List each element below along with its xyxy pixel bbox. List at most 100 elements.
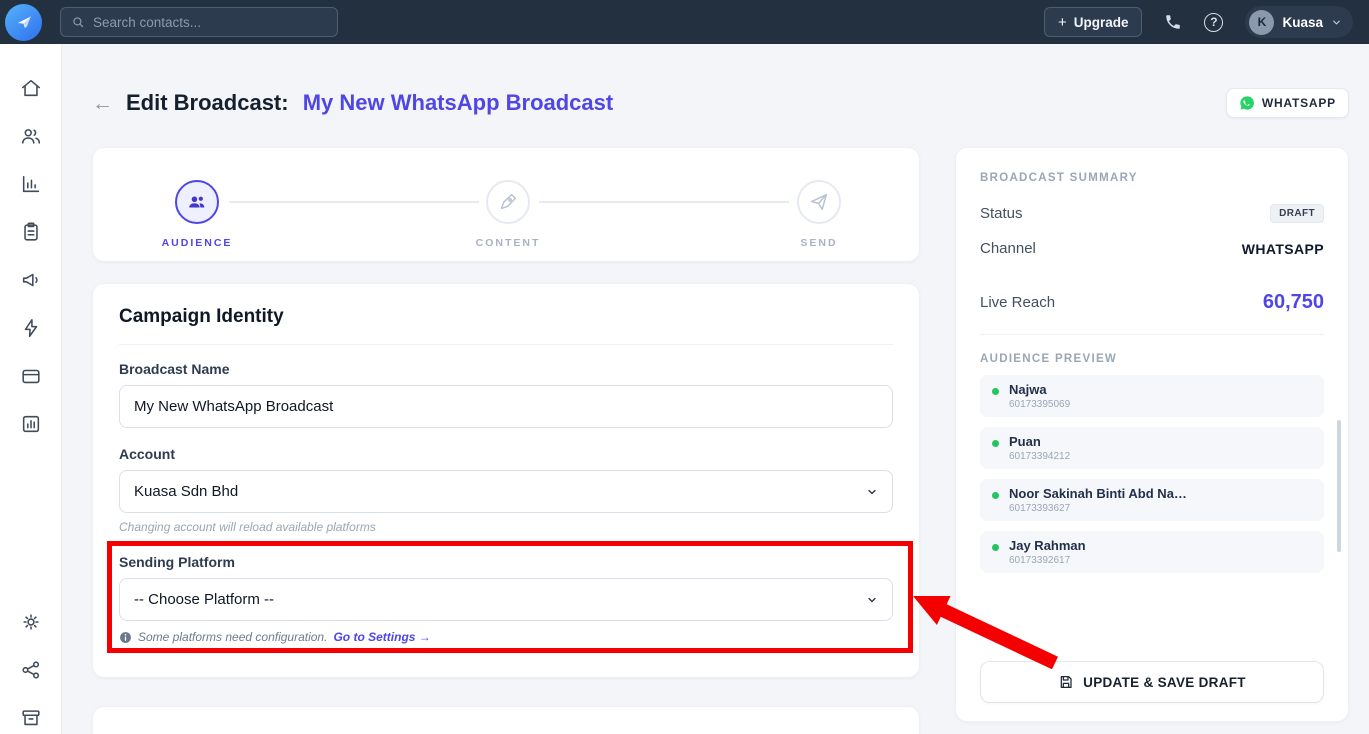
update-save-draft-button[interactable]: UPDATE & SAVE DRAFT (980, 661, 1324, 703)
sidebar-contacts-icon[interactable] (19, 124, 43, 148)
info-icon (119, 631, 132, 644)
live-reach-value: 60,750 (1263, 291, 1324, 314)
contact-phone: 60173394212 (1009, 451, 1070, 462)
summary-title: BROADCAST SUMMARY (980, 172, 1324, 184)
sidebar-home-icon[interactable] (19, 76, 43, 100)
sidebar (0, 44, 62, 734)
chevron-down-icon (866, 594, 878, 606)
live-reach-label: Live Reach (980, 294, 1055, 311)
channel-pill-label: WHATSAPP (1262, 96, 1336, 110)
app-logo[interactable] (5, 4, 42, 41)
contact-name: Jay Rahman (1009, 538, 1086, 553)
stepper-card: AUDIENCE CONTENT SEND (92, 147, 920, 262)
upgrade-button[interactable]: + Upgrade (1044, 7, 1143, 37)
account-hint: Changing account will reload available p… (119, 520, 893, 534)
search-icon (71, 15, 85, 29)
next-section-card (92, 706, 920, 734)
contact-name: Najwa (1009, 382, 1070, 397)
contact-meta: Noor Sakinah Binti Abd Na… 60173393627 (1009, 486, 1187, 514)
contact-meta: Najwa 60173395069 (1009, 382, 1070, 410)
whatsapp-icon (1239, 95, 1255, 111)
channel-label: Channel (980, 240, 1036, 257)
contact-name: Puan (1009, 434, 1070, 449)
content-step-circle (486, 180, 530, 224)
platform-select[interactable]: -- Choose Platform -- (119, 578, 893, 621)
main-content: ← Edit Broadcast: My New WhatsApp Broadc… (62, 44, 1369, 734)
step-label: SEND (759, 237, 879, 249)
online-status-dot (992, 388, 999, 395)
chevron-down-icon (866, 486, 878, 498)
live-reach-row: Live Reach 60,750 (980, 291, 1324, 314)
topbar: + Upgrade ? K Kuasa (0, 0, 1369, 44)
user-name: Kuasa (1282, 15, 1323, 30)
page-header: ← Edit Broadcast: My New WhatsApp Broadc… (92, 88, 1349, 118)
contact-phone: 60173392617 (1009, 555, 1086, 566)
sidebar-reports-icon[interactable] (19, 412, 43, 436)
contact-phone: 60173393627 (1009, 503, 1187, 514)
topbar-right: + Upgrade ? K Kuasa (1044, 6, 1353, 38)
status-row: Status DRAFT (980, 204, 1324, 223)
online-status-dot (992, 440, 999, 447)
chevron-down-icon (1331, 17, 1342, 28)
step-audience[interactable]: AUDIENCE (137, 180, 257, 249)
step-content[interactable]: CONTENT (448, 180, 568, 249)
page: + Upgrade ? K Kuasa (0, 0, 1369, 734)
users-icon (186, 191, 208, 213)
user-menu[interactable]: K Kuasa (1245, 6, 1353, 38)
platform-select-value: -- Choose Platform -- (134, 591, 274, 608)
campaign-title: Campaign Identity (119, 306, 893, 345)
divider (980, 334, 1324, 335)
broadcast-name-input[interactable] (119, 385, 893, 428)
online-status-dot (992, 492, 999, 499)
stepper-connector (539, 201, 789, 203)
sidebar-integrations-icon[interactable] (19, 658, 43, 682)
send-step-circle (797, 180, 841, 224)
campaign-identity-card: Campaign Identity Broadcast Name Account… (92, 283, 920, 678)
audience-contact-row[interactable]: Jay Rahman 60173392617 (980, 531, 1324, 573)
step-label: AUDIENCE (137, 237, 257, 249)
platform-label: Sending Platform (119, 554, 893, 570)
sidebar-archive-icon[interactable] (19, 706, 43, 730)
paper-plane-logo-icon (13, 11, 35, 33)
phone-icon[interactable] (1164, 13, 1182, 31)
plus-icon: + (1058, 14, 1067, 31)
save-button-label: UPDATE & SAVE DRAFT (1083, 675, 1246, 690)
status-label: Status (980, 205, 1023, 222)
go-to-settings-link[interactable]: Go to Settings → (333, 630, 430, 644)
audience-contact-row[interactable]: Puan 60173394212 (980, 427, 1324, 469)
contact-search (60, 7, 338, 37)
audience-contact-row[interactable]: Najwa 60173395069 (980, 375, 1324, 417)
upgrade-label: Upgrade (1074, 15, 1129, 30)
channel-row: Channel WHATSAPP (980, 240, 1324, 257)
save-icon (1058, 674, 1074, 690)
sidebar-orders-icon[interactable] (19, 220, 43, 244)
stepper-connector (229, 201, 479, 203)
audience-preview-title: AUDIENCE PREVIEW (980, 353, 1324, 365)
paper-plane-icon (808, 191, 830, 213)
audience-scrollbar[interactable] (1337, 420, 1341, 552)
step-send[interactable]: SEND (759, 180, 879, 249)
search-input[interactable] (93, 15, 327, 30)
contact-meta: Jay Rahman 60173392617 (1009, 538, 1086, 566)
step-label: CONTENT (448, 237, 568, 249)
back-icon[interactable]: ← (92, 93, 113, 114)
account-select-value: Kuasa Sdn Bhd (134, 483, 238, 500)
contact-meta: Puan 60173394212 (1009, 434, 1070, 462)
channel-value: WHATSAPP (1242, 241, 1324, 257)
audience-contact-row[interactable]: Noor Sakinah Binti Abd Na… 60173393627 (980, 479, 1324, 521)
sidebar-broadcast-icon[interactable] (19, 268, 43, 292)
sidebar-settings-icon[interactable] (19, 610, 43, 634)
page-title: Edit Broadcast: My New WhatsApp Broadcas… (126, 90, 613, 116)
platform-hint-row: Some platforms need configuration. Go to… (119, 630, 893, 644)
contact-phone: 60173395069 (1009, 399, 1070, 410)
contact-name: Noor Sakinah Binti Abd Na… (1009, 486, 1187, 501)
account-select[interactable]: Kuasa Sdn Bhd (119, 470, 893, 513)
sidebar-billing-icon[interactable] (19, 364, 43, 388)
sidebar-analytics-icon[interactable] (19, 172, 43, 196)
audience-step-circle (175, 180, 219, 224)
online-status-dot (992, 544, 999, 551)
channel-pill[interactable]: WHATSAPP (1226, 88, 1349, 118)
page-title-value: My New WhatsApp Broadcast (303, 90, 614, 115)
help-icon[interactable]: ? (1204, 13, 1223, 32)
sidebar-automation-icon[interactable] (19, 316, 43, 340)
